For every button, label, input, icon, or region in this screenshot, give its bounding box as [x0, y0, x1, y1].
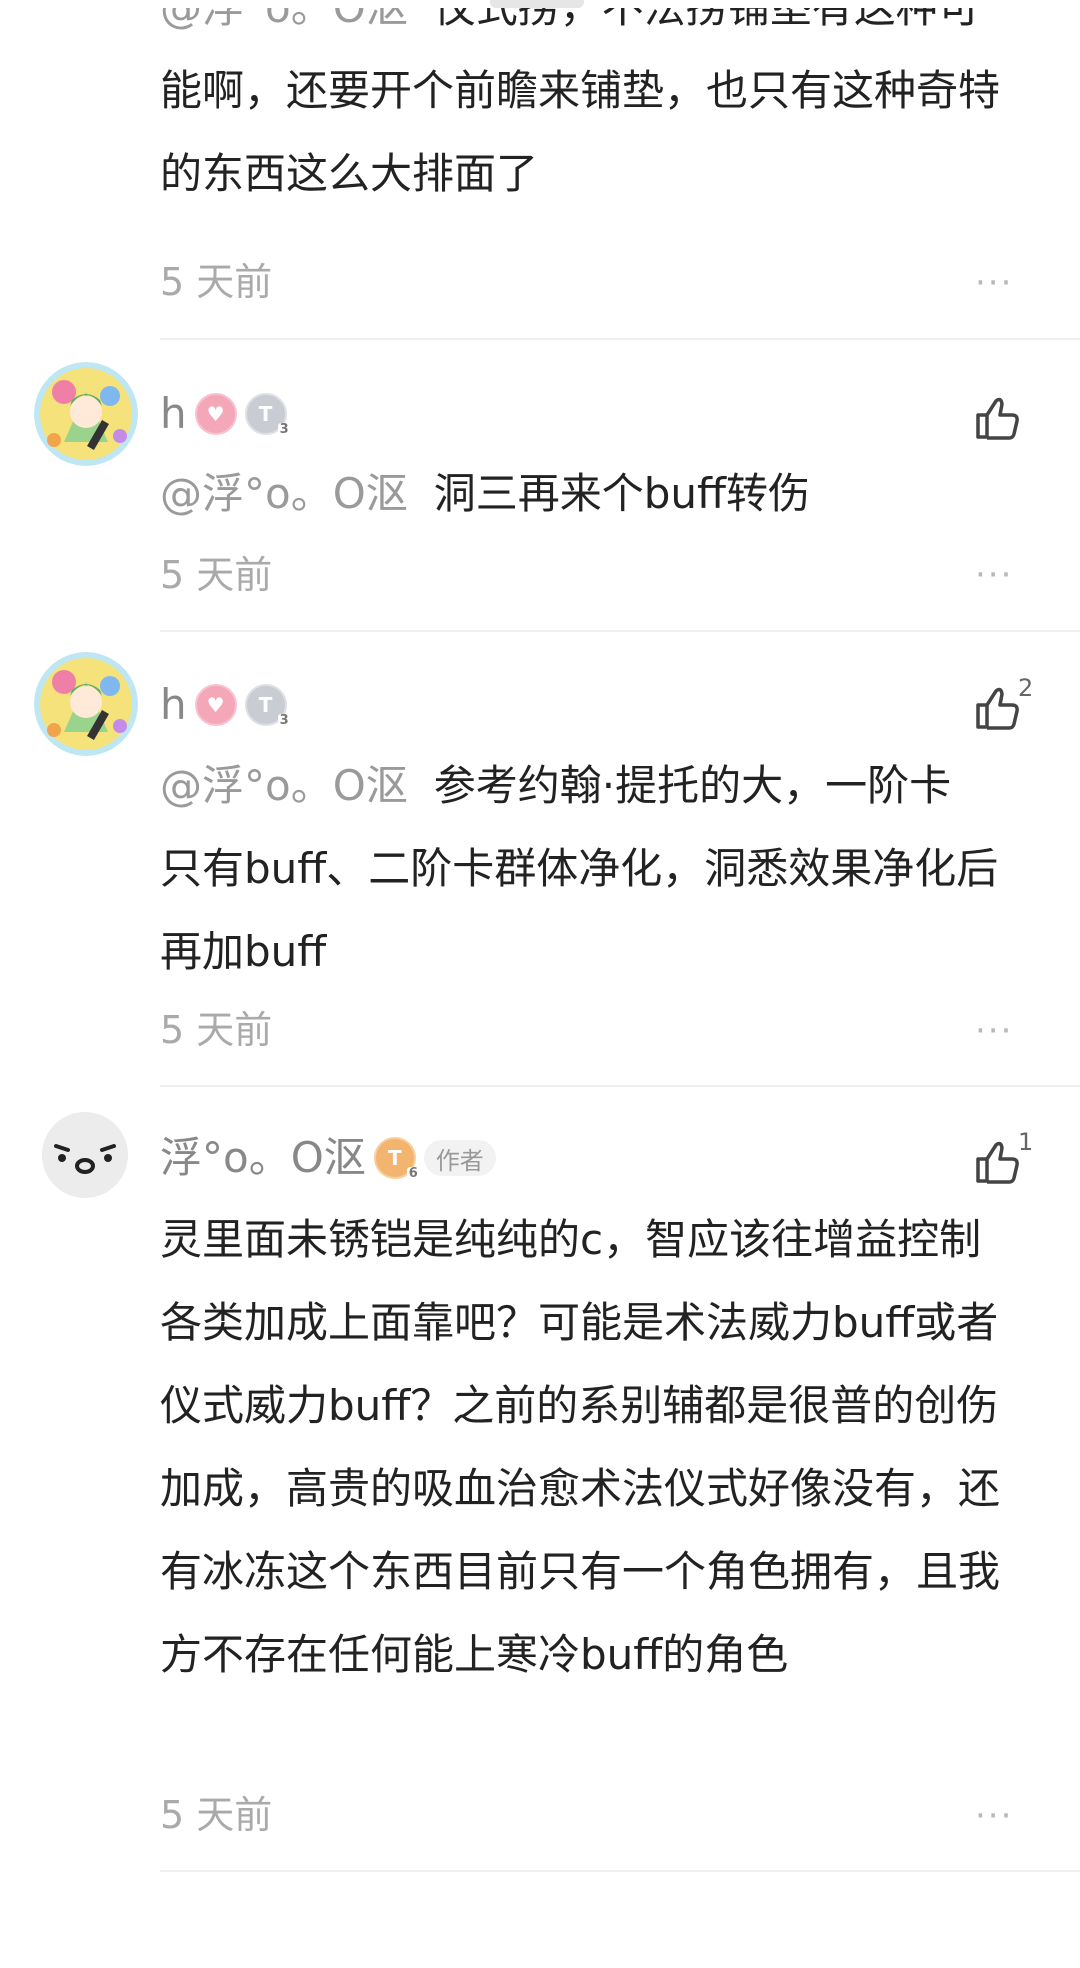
more-options-icon[interactable]: ··· — [975, 1799, 1013, 1833]
level-badge-icon: T3 — [244, 393, 291, 437]
more-options-icon[interactable]: ··· — [975, 266, 1013, 300]
author-tag: 作者 — [423, 1140, 496, 1176]
comment-text: @浮°o。O沤仪式捞，不法捞铺垫有这种可能啊，还要开个前瞻来铺垫，也只有这种奇特… — [160, 8, 1020, 224]
like-count: 2 — [1018, 674, 1034, 702]
like-count: 1 — [1018, 1128, 1034, 1156]
more-options-icon[interactable]: ··· — [975, 1014, 1013, 1048]
comment-time: 5 天前 — [160, 260, 273, 304]
anime-avatar-icon — [34, 362, 138, 466]
level-badge-icon: T3 — [244, 684, 291, 728]
like-thumb-icon[interactable] — [972, 393, 1022, 443]
more-options-icon[interactable]: ··· — [975, 558, 1013, 592]
username[interactable]: h — [160, 389, 187, 439]
comment-time: 5 天前 — [160, 1008, 273, 1052]
fan-badge-icon: ♥ — [194, 393, 237, 435]
sheet-drag-handle[interactable] — [490, 0, 584, 8]
avatar[interactable] — [34, 652, 138, 756]
fan-badge-icon: ♥ — [194, 684, 237, 726]
comment-text: 灵里面未锈铠是纯纯的c，智应该往增益控制各类加成上面靠吧？可能是术法威力buff… — [160, 1215, 1001, 1679]
avatar[interactable] — [34, 362, 138, 466]
comment-text: @浮°o。O沤 参考约翰·提托的大，一阶卡 只有buff、二阶卡群体净化，洞悉效果… — [160, 761, 999, 976]
divider — [160, 1870, 1080, 1872]
mention-link[interactable]: @浮°o。O沤 — [160, 469, 408, 518]
mention-link[interactable]: @浮°o。O沤 — [160, 761, 408, 810]
comment-time: 5 天前 — [160, 553, 273, 597]
face-avatar-icon — [42, 1112, 128, 1198]
divider — [160, 338, 1080, 340]
mention-link[interactable]: @浮°o。O沤 — [160, 8, 408, 32]
divider — [160, 1085, 1080, 1087]
username[interactable]: h — [160, 680, 187, 730]
avatar[interactable] — [42, 1112, 128, 1198]
anime-avatar-icon — [34, 652, 138, 756]
like-thumb-icon[interactable] — [972, 1137, 1022, 1187]
level-badge-icon: T6 — [373, 1137, 420, 1181]
comment-text: @浮°o。O沤 洞三再来个buff转伤 — [160, 469, 810, 518]
like-thumb-icon[interactable] — [972, 683, 1022, 733]
divider — [160, 630, 1080, 632]
username[interactable]: 浮°o。O沤 — [160, 1133, 366, 1183]
comment-time: 5 天前 — [160, 1793, 273, 1837]
